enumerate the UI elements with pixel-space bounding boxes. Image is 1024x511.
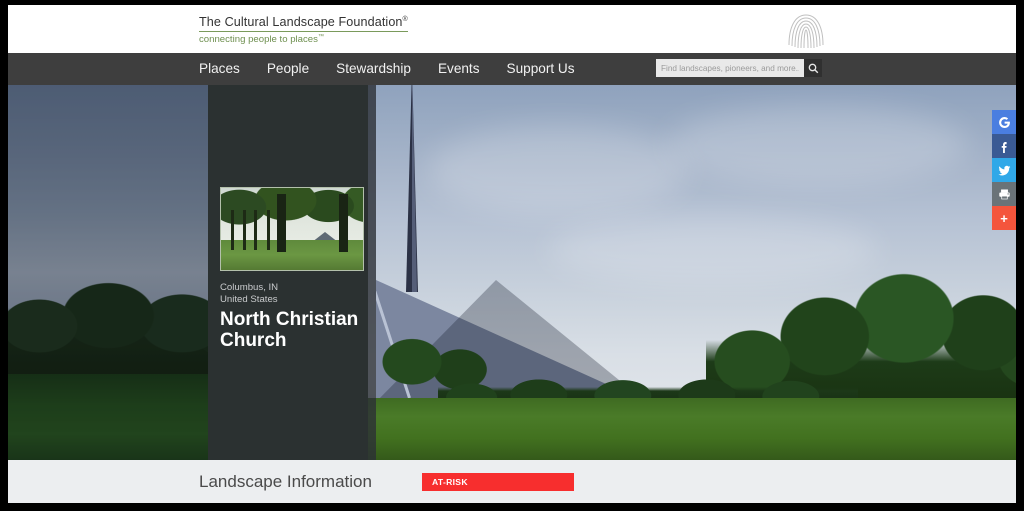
google-plus-share-button[interactable] xyxy=(992,110,1016,134)
search-form xyxy=(656,59,822,77)
hero-info-panel: Columbus, IN United States North Christi… xyxy=(208,85,376,460)
status-badge[interactable]: AT-RISK xyxy=(422,473,574,491)
logo-registered-mark: ® xyxy=(402,15,408,23)
nav-item-stewardship[interactable]: Stewardship xyxy=(336,53,411,85)
landscape-thumbnail[interactable] xyxy=(220,187,364,271)
twitter-icon xyxy=(997,165,1010,175)
logo-tagline-text: connecting people to places xyxy=(199,34,318,46)
twitter-share-button[interactable] xyxy=(992,158,1016,182)
section-heading: Landscape Information xyxy=(199,472,372,491)
nav-items: Places People Stewardship Events Support… xyxy=(199,53,575,85)
lawn xyxy=(368,398,1016,460)
hero-image-left xyxy=(8,85,208,460)
nav-item-places[interactable]: Places xyxy=(199,53,240,85)
nav-item-events[interactable]: Events xyxy=(438,53,480,85)
printer-icon xyxy=(998,188,1010,199)
thumbnail-tree-trunk xyxy=(254,210,257,250)
logo-trademark-mark: ™ xyxy=(317,34,324,40)
landscape-location: Columbus, IN United States xyxy=(220,282,370,307)
facebook-icon xyxy=(1001,141,1007,153)
thumbnail-tree-trunk xyxy=(267,210,270,250)
fingerprint-icon xyxy=(785,11,827,49)
location-country: United States xyxy=(220,294,278,306)
print-button[interactable] xyxy=(992,182,1016,206)
page-title: North Christian Church xyxy=(220,309,359,351)
cloud-decoration xyxy=(428,125,688,215)
site-header: The Cultural Landscape Foundation® conne… xyxy=(8,5,1016,53)
site-logo[interactable]: The Cultural Landscape Foundation® conne… xyxy=(199,13,408,45)
social-share-rail: + xyxy=(992,110,1016,230)
google-icon xyxy=(998,116,1010,128)
hero-left-dim-overlay xyxy=(8,85,208,460)
facebook-share-button[interactable] xyxy=(992,134,1016,158)
hero-image-main xyxy=(368,85,1016,460)
logo-title-text: The Cultural Landscape Foundation xyxy=(199,15,403,29)
logo-tagline: connecting people to places™ xyxy=(199,34,399,45)
thumbnail-tree-trunk xyxy=(231,210,234,250)
search-icon xyxy=(808,63,818,73)
more-share-button[interactable]: + xyxy=(992,206,1016,230)
status-badge-label: AT-RISK xyxy=(432,477,468,487)
search-button[interactable] xyxy=(804,59,822,77)
nav-item-support-us[interactable]: Support Us xyxy=(507,53,575,85)
location-city-state: Columbus, IN xyxy=(220,282,279,293)
main-navigation: Places People Stewardship Events Support… xyxy=(8,53,1016,85)
thumbnail-tree-trunk xyxy=(277,194,286,252)
screenshot-frame: The Cultural Landscape Foundation® conne… xyxy=(0,0,1024,511)
page-root: The Cultural Landscape Foundation® conne… xyxy=(8,5,1016,503)
nav-item-people[interactable]: People xyxy=(267,53,309,85)
thumbnail-tree-trunk xyxy=(243,210,246,250)
search-input[interactable] xyxy=(656,59,804,77)
thumbnail-tree-trunk xyxy=(339,194,348,252)
logo-title: The Cultural Landscape Foundation® xyxy=(199,15,408,32)
hero-banner: Columbus, IN United States North Christi… xyxy=(8,85,1016,460)
church-spire-highlight xyxy=(412,85,417,292)
cloud-decoration xyxy=(668,105,968,185)
